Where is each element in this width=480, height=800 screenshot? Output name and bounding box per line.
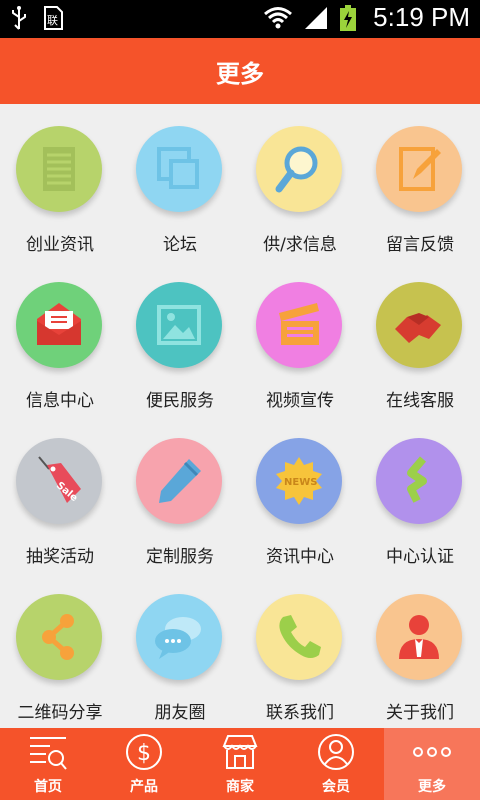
windows-icon (157, 147, 199, 189)
magnifier-icon (275, 146, 318, 193)
grid-item-moments[interactable]: 朋友圈 (120, 572, 240, 728)
phone-icon (279, 615, 321, 658)
wifi-icon (264, 6, 293, 28)
grid-item-contact-us[interactable]: 联系我们 (240, 572, 360, 728)
grid-item-label: 信息中心 (26, 391, 94, 411)
grid-item-custom-service[interactable]: 定制服务 (120, 416, 240, 572)
grid-item-icon-circle (16, 282, 102, 368)
dollar-icon: $ (126, 734, 162, 770)
grid-item-about-us[interactable]: 关于我们 (360, 572, 480, 728)
grid-item-label: 中心认证 (386, 547, 454, 567)
grid-item-supply-demand[interactable]: 供/求信息 (240, 104, 360, 260)
grid-item-icon-circle (136, 282, 222, 368)
grid-item-news-center[interactable]: NEWS 资讯中心 (240, 416, 360, 572)
grid-item-label: 朋友圈 (154, 703, 206, 723)
handshake-icon (395, 313, 441, 343)
tab-label: 首页 (34, 779, 62, 795)
grid-item-feedback[interactable]: 留言反馈 (360, 104, 480, 260)
svg-text:NEWS: NEWS (284, 477, 317, 488)
picture-icon (157, 305, 201, 345)
grid-item-icon-circle (16, 126, 102, 212)
grid-item-label: 留言反馈 (386, 235, 454, 255)
person-icon (399, 615, 439, 659)
grid-item-icon-circle (376, 438, 462, 524)
tab-members[interactable]: 会员 (288, 728, 384, 800)
svg-text:联: 联 (47, 14, 58, 27)
page-header: 更多 (0, 38, 480, 104)
grid-item-icon-circle (136, 438, 222, 524)
grid-item-label: 论坛 (163, 235, 197, 255)
grid-item-label: 便民服务 (146, 391, 214, 411)
grid-item-icon-circle (136, 126, 222, 212)
tab-more[interactable]: 更多 (384, 728, 480, 800)
sale-tag-icon: Sale (38, 456, 81, 504)
page-title: 更多 (216, 59, 264, 88)
share-icon (42, 614, 74, 660)
grid-item-online-support[interactable]: 在线客服 (360, 260, 480, 416)
grid-item-icon-circle (256, 126, 342, 212)
grid-item-lottery[interactable]: Sale 抽奖活动 (0, 416, 120, 572)
grid-item-icon-circle (16, 594, 102, 680)
grid-item-label: 二维码分享 (17, 703, 103, 723)
grid-item-icon-circle (256, 282, 342, 368)
chat-bubbles-icon (155, 617, 201, 659)
sim-card-icon: 联 (44, 6, 63, 30)
more-dots-icon (413, 747, 451, 757)
document-icon (43, 147, 75, 191)
tab-products[interactable]: $ 产品 (96, 728, 192, 800)
grid-item-label: 视频宣传 (266, 391, 334, 411)
tab-label: 产品 (130, 779, 158, 795)
tab-label: 更多 (418, 779, 446, 795)
tab-home[interactable]: 首页 (0, 728, 96, 800)
grid-item-label: 在线客服 (386, 391, 454, 411)
grid-item-icon-circle: NEWS (256, 438, 342, 524)
signal-icon (305, 6, 328, 29)
feature-grid: 创业资讯 论坛 供/求信息 留言反馈 信息中心 便民服务 视频宣传 在线客服 S… (0, 104, 480, 728)
grid-item-label: 资讯中心 (266, 547, 334, 567)
grid-item-icon-circle (376, 282, 462, 368)
tab-label: 商家 (226, 779, 254, 795)
grid-item-video-promo[interactable]: 视频宣传 (240, 260, 360, 416)
grid-item-label: 联系我们 (266, 703, 334, 723)
grid-item-icon-circle (376, 126, 462, 212)
grid-item-icon-circle (376, 594, 462, 680)
grid-item-convenience-service[interactable]: 便民服务 (120, 260, 240, 416)
grid-item-info-center[interactable]: 信息中心 (0, 260, 120, 416)
usb-icon (12, 6, 26, 30)
user-icon (318, 734, 354, 770)
grid-item-startup-news[interactable]: 创业资讯 (0, 104, 120, 260)
clapperboard-icon (279, 303, 319, 345)
pen-icon (159, 459, 201, 503)
svg-text:$: $ (137, 741, 151, 766)
tab-merchants[interactable]: 商家 (192, 728, 288, 800)
home-list-icon (30, 737, 67, 770)
bottom-tab-bar: 首页 $ 产品 商家 会员 更多 (0, 728, 480, 800)
grid-item-certification[interactable]: 中心认证 (360, 416, 480, 572)
grid-item-label: 定制服务 (146, 547, 214, 567)
status-bar: 联 5:19 PM (0, 0, 480, 38)
grid-item-icon-circle (256, 594, 342, 680)
battery-charging-icon (340, 4, 357, 31)
edit-icon (399, 147, 441, 191)
grid-item-icon-circle: Sale (16, 438, 102, 524)
grid-item-label: 抽奖活动 (26, 547, 94, 567)
status-time: 5:19 PM (373, 2, 470, 32)
news-badge-icon: NEWS (276, 457, 322, 505)
tab-label: 会员 (322, 779, 350, 795)
certification-icon (407, 456, 427, 503)
grid-item-forum[interactable]: 论坛 (120, 104, 240, 260)
grid-item-label: 创业资讯 (26, 235, 94, 255)
grid-item-icon-circle (136, 594, 222, 680)
store-icon (222, 735, 258, 769)
envelope-icon (37, 303, 81, 345)
grid-item-qrcode-share[interactable]: 二维码分享 (0, 572, 120, 728)
grid-item-label: 供/求信息 (263, 235, 337, 255)
grid-item-label: 关于我们 (386, 703, 454, 723)
